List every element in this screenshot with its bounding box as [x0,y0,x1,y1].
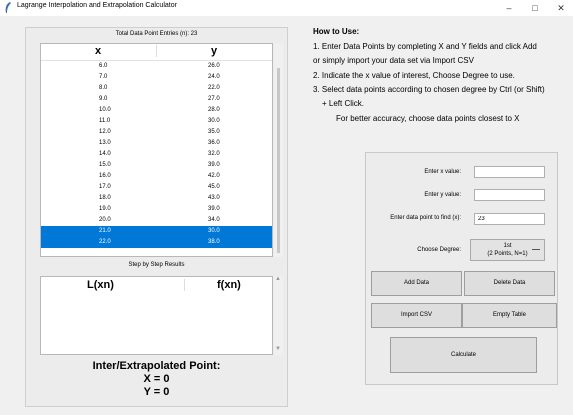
calculate-button[interactable]: Calculate [390,337,537,373]
x-value-label: Enter x value: [424,169,461,175]
data-points-table[interactable]: x y 6.0 26.0 7.0 24.0 8.0 22.0 9.0 27.0 10.0 28.0… [40,43,273,257]
howto-line: 3. Select data points according to chose… [313,85,545,94]
degree-select[interactable]: 1st (2 Points, N=1) [470,239,545,261]
close-button[interactable]: ✕ [550,0,572,16]
result-x: X = 0 [143,373,170,385]
table-row[interactable]: 13.0 36.0 [41,138,272,149]
add-data-button[interactable]: Add Data [371,271,462,296]
cell-x: 13.0 [99,140,111,146]
cell-y: 42.0 [208,173,220,179]
scroll-up-arrow-icon[interactable]: ▲ [275,276,281,282]
header-divider [156,45,157,57]
cell-y: 34.0 [208,217,220,223]
cell-x: 22.0 [99,239,111,245]
table-row[interactable]: 22.0 38.0 [41,237,272,248]
table-row[interactable]: 14.0 32.0 [41,149,272,160]
cell-x: 6.0 [99,63,108,69]
scroll-down-arrow-icon[interactable]: ▼ [275,346,281,352]
y-value-label: Enter y value: [424,192,461,198]
feather-app-icon [5,2,11,13]
table-row[interactable]: 20.0 34.0 [41,215,272,226]
result-y: Y = 0 [143,386,170,398]
cell-y: 24.0 [208,74,220,80]
table-row[interactable]: 17.0 45.0 [41,182,272,193]
cell-y: 45.0 [208,184,220,190]
steps-scrollbar[interactable]: ▲ ▼ [274,276,283,355]
header-divider [184,279,185,291]
cell-y: 39.0 [208,206,220,212]
minimize-button[interactable]: – [498,0,520,16]
cell-y: 27.0 [208,96,220,102]
table-header: x y [41,44,272,61]
step-results-table[interactable]: L(xn) f(xn) [40,276,273,355]
cell-y: 28.0 [208,107,220,113]
column-header-lxn[interactable]: L(xn) [87,279,114,291]
x-value-input[interactable] [474,166,545,178]
cell-x: 20.0 [99,217,111,223]
maximize-button[interactable]: □ [524,0,546,16]
table-scrollbar[interactable] [274,43,283,257]
table-row[interactable]: 16.0 42.0 [41,171,272,182]
import-csv-button[interactable]: Import CSV [371,303,462,328]
degree-line-2: (2 Points, N=1) [487,251,528,257]
cell-x: 15.0 [99,162,111,168]
steps-title: Step by Step Results [128,262,185,268]
table-body: 6.0 26.0 7.0 24.0 8.0 22.0 9.0 27.0 10.0 28.0 11.0… [41,61,272,248]
howto-line: + Left Click. [322,99,365,108]
table-row[interactable]: 21.0 30.0 [41,226,272,237]
cell-y: 39.0 [208,162,220,168]
cell-y: 43.0 [208,195,220,201]
cell-x: 18.0 [99,195,111,201]
cell-x: 8.0 [99,85,108,91]
empty-table-button[interactable]: Empty Table [462,303,557,328]
howto-line: 1. Enter Data Points by completing X and… [313,42,537,51]
table-row[interactable]: 8.0 22.0 [41,83,272,94]
table-row[interactable]: 6.0 26.0 [41,61,272,72]
table-row[interactable]: 19.0 39.0 [41,204,272,215]
dropdown-indicator-icon [532,249,540,250]
cell-x: 9.0 [99,96,108,102]
cell-y: 36.0 [208,140,220,146]
cell-x: 10.0 [99,107,111,113]
table-row[interactable]: 9.0 27.0 [41,94,272,105]
table-row[interactable]: 15.0 39.0 [41,160,272,171]
find-point-input[interactable] [474,213,545,225]
cell-x: 19.0 [99,206,111,212]
degree-label: Choose Degree: [417,247,461,253]
howto-line: 2. Indicate the x value of interest, Cho… [313,71,515,80]
entries-count-label: Total Data Point Entries (n): 23 [115,31,198,37]
cell-x: 12.0 [99,129,111,135]
cell-x: 21.0 [99,228,111,234]
howto-title: How to Use: [313,27,360,36]
delete-data-button[interactable]: Delete Data [464,271,555,296]
y-value-input[interactable] [474,189,545,201]
cell-y: 38.0 [208,239,220,245]
table-row[interactable]: 7.0 24.0 [41,72,272,83]
title-bar: Lagrange Interpolation and Extrapolation… [0,0,573,16]
cell-y: 30.0 [208,228,220,234]
table-scrollbar-thumb[interactable] [277,68,280,253]
cell-x: 17.0 [99,184,111,190]
howto-line: For better accuracy, choose data points … [336,114,520,123]
table-row[interactable]: 11.0 30.0 [41,116,272,127]
table-row[interactable]: 18.0 43.0 [41,193,272,204]
table-row[interactable]: 10.0 28.0 [41,105,272,116]
cell-x: 14.0 [99,151,111,157]
cell-x: 16.0 [99,173,111,179]
cell-y: 32.0 [208,151,220,157]
window-title: Lagrange Interpolation and Extrapolation… [17,2,177,9]
cell-y: 35.0 [208,129,220,135]
column-header-fxn[interactable]: f(xn) [217,279,241,291]
cell-y: 26.0 [208,63,220,69]
find-point-label: Enter data point to find (x): [390,215,461,221]
table-row[interactable]: 12.0 35.0 [41,127,272,138]
cell-x: 11.0 [99,118,111,124]
cell-y: 30.0 [208,118,220,124]
column-header-y[interactable]: y [211,45,217,57]
column-header-x[interactable]: x [95,45,101,57]
cell-y: 22.0 [208,85,220,91]
howto-line: or simply import your data set via Impor… [313,56,474,65]
result-heading: Inter/Extrapolated Point: [92,360,221,372]
cell-x: 7.0 [99,74,108,80]
